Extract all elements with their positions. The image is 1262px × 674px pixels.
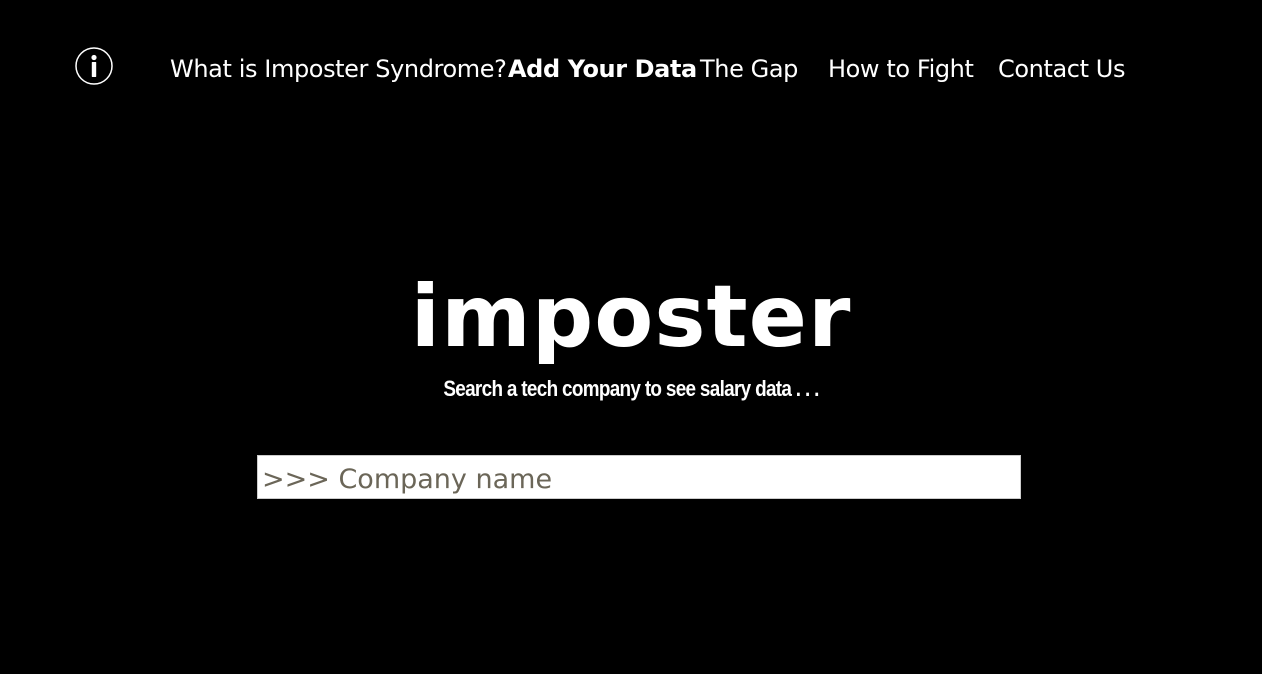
info-icon[interactable] — [75, 47, 113, 85]
nav-link-how-to-fight[interactable]: How to Fight — [828, 54, 974, 84]
nav-link-the-gap[interactable]: The Gap — [700, 54, 798, 84]
tagline: Search a tech company to see salary data… — [443, 376, 819, 401]
nav-link-what-is-imposter-syndrome[interactable]: What is Imposter Syndrome? — [170, 54, 507, 84]
nav-link-add-your-data[interactable]: Add Your Data — [508, 54, 697, 84]
company-search-input[interactable] — [258, 456, 1020, 498]
search-box — [257, 455, 1021, 499]
site-logo: imposter — [410, 267, 852, 367]
hero: imposter Search a tech company to see sa… — [0, 262, 1262, 402]
top-nav: What is Imposter Syndrome? Add Your Data… — [0, 0, 1262, 140]
page: What is Imposter Syndrome? Add Your Data… — [0, 0, 1262, 674]
info-icon-graphic — [75, 47, 113, 85]
nav-link-contact-us[interactable]: Contact Us — [998, 54, 1125, 84]
